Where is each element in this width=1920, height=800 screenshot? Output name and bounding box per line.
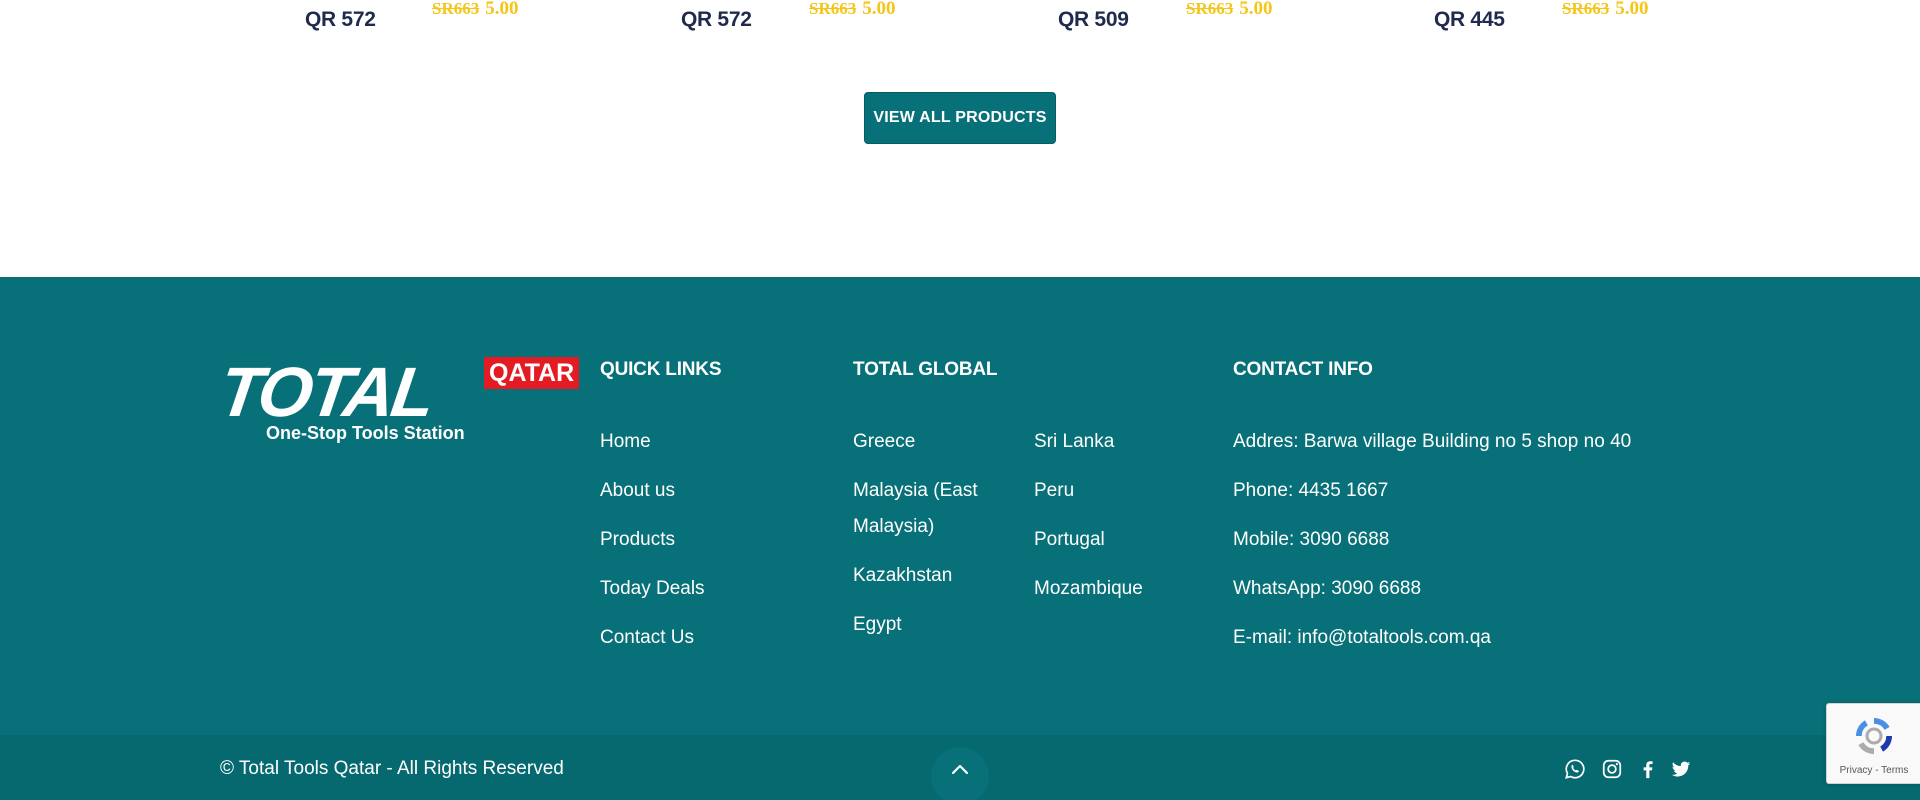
- old-price: SR663: [1562, 0, 1610, 18]
- recaptcha-icon: [1856, 718, 1892, 754]
- price-qr: QR 572: [681, 8, 752, 31]
- twitter-icon[interactable]: [1670, 758, 1692, 780]
- price-qr: QR 572: [305, 8, 376, 31]
- recaptcha-badge[interactable]: Privacy - Terms: [1826, 703, 1920, 784]
- old-price: SR663: [809, 0, 857, 18]
- quick-link-contact[interactable]: Contact Us: [600, 620, 705, 656]
- total-global-title: TOTAL GLOBAL: [853, 359, 998, 380]
- logo-badge: QATAR: [484, 357, 580, 389]
- contact-address: Addres: Barwa village Building no 5 shop…: [1233, 431, 1632, 452]
- global-link-mozambique[interactable]: Mozambique: [1034, 571, 1166, 607]
- price-sar-4: SR663 5.00: [1562, 0, 1648, 20]
- old-price: SR663: [432, 0, 480, 18]
- global-link-kazakhstan[interactable]: Kazakhstan: [853, 558, 985, 594]
- contact-info-list: Addres: Barwa village Building no 5 shop…: [1233, 424, 1631, 669]
- old-price: SR663: [1186, 0, 1234, 18]
- contact-email[interactable]: E-mail: info@totaltools.com.qa: [1233, 620, 1631, 656]
- chevron-up-icon: [951, 764, 969, 775]
- product-price-3: QR 509: [1058, 8, 1129, 32]
- scroll-to-top-button[interactable]: [931, 747, 989, 800]
- recaptcha-links[interactable]: Privacy - Terms: [1827, 765, 1920, 776]
- logo-wordmark: TOTAL: [214, 353, 438, 431]
- instagram-icon[interactable]: [1601, 758, 1623, 780]
- quick-link-today-deals[interactable]: Today Deals: [600, 571, 705, 607]
- price-sar-2: SR663 5.00: [809, 0, 895, 20]
- total-global-list-2: Sri Lanka Peru Portugal Mozambique: [1034, 424, 1166, 620]
- new-price: 5.00: [1615, 0, 1649, 19]
- quick-link-home[interactable]: Home: [600, 424, 705, 460]
- new-price: 5.00: [485, 0, 519, 19]
- footer-bottom-bar: © Total Tools Qatar - All Rights Reserve…: [0, 735, 1920, 800]
- price-sar-3: SR663 5.00: [1186, 0, 1272, 20]
- global-link-greece[interactable]: Greece: [853, 424, 985, 460]
- product-price-strip: QR 572 SR663 5.00 QR 572 SR663 5.00 QR 509…: [0, 0, 1920, 50]
- view-all-products-button[interactable]: VIEW ALL PRODUCTS: [864, 92, 1056, 144]
- quick-links-title: QUICK LINKS: [600, 359, 722, 380]
- facebook-icon[interactable]: [1637, 758, 1659, 780]
- contact-whatsapp[interactable]: WhatsApp: 3090 6688: [1233, 571, 1631, 607]
- whatsapp-icon[interactable]: [1564, 758, 1586, 780]
- quick-link-products[interactable]: Products: [600, 522, 705, 558]
- new-price: 5.00: [1239, 0, 1273, 19]
- product-price-2: QR 572: [681, 8, 752, 32]
- logo-tagline: One-Stop Tools Station: [266, 423, 465, 443]
- product-price-1: QR 572: [305, 8, 376, 32]
- product-price-4: QR 445: [1434, 8, 1505, 32]
- new-price: 5.00: [862, 0, 896, 19]
- total-qatar-logo[interactable]: TOTAL QATAR One-Stop Tools Station: [215, 353, 580, 443]
- contact-info-title: CONTACT INFO: [1233, 359, 1373, 380]
- global-link-egypt[interactable]: Egypt: [853, 607, 985, 643]
- price-qr: QR 509: [1058, 8, 1129, 31]
- total-global-list-1: Greece Malaysia (East Malaysia) Kazakhst…: [853, 424, 985, 656]
- quick-links-list: Home About us Products Today Deals Conta…: [600, 424, 705, 669]
- contact-phone[interactable]: Phone: 4435 1667: [1233, 473, 1631, 509]
- site-footer: TOTAL QATAR One-Stop Tools Station QUICK…: [0, 277, 1920, 735]
- global-link-sri-lanka[interactable]: Sri Lanka: [1034, 424, 1166, 460]
- global-link-peru[interactable]: Peru: [1034, 473, 1166, 509]
- copyright-text: © Total Tools Qatar - All Rights Reserve…: [220, 758, 564, 779]
- price-sar-1: SR663 5.00: [432, 0, 518, 20]
- contact-mobile[interactable]: Mobile: 3090 6688: [1233, 522, 1631, 558]
- price-qr: QR 445: [1434, 8, 1505, 31]
- global-link-portugal[interactable]: Portugal: [1034, 522, 1166, 558]
- quick-link-about[interactable]: About us: [600, 473, 705, 509]
- global-link-malaysia[interactable]: Malaysia (East Malaysia): [853, 473, 985, 545]
